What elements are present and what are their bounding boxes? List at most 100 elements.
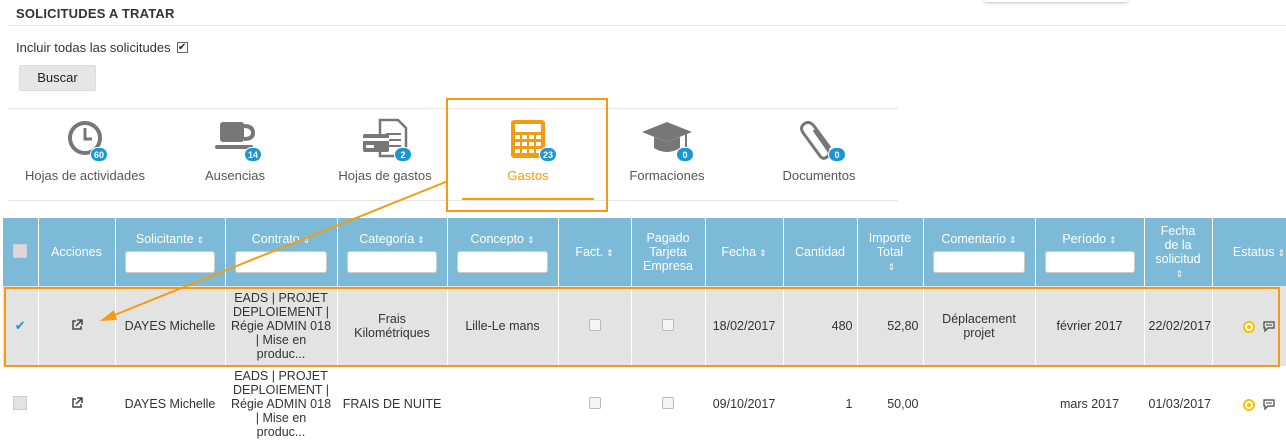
comment-icon[interactable] bbox=[1263, 399, 1275, 411]
pagado-checkbox[interactable] bbox=[662, 396, 674, 409]
select-all-checkbox[interactable] bbox=[13, 243, 28, 258]
page-title: SOLICITUDES A TRATAR bbox=[16, 6, 175, 21]
comentario-line: projet bbox=[963, 326, 995, 340]
requests-table: Acciones Solicitante ⇕ Contrato ⇕ Categorí… bbox=[3, 218, 1286, 442]
header-label: Empresa bbox=[642, 259, 694, 273]
header-label: Solicitante bbox=[135, 231, 194, 246]
periodo-cell: février 2017 bbox=[1035, 286, 1145, 366]
sort-icon[interactable]: ⇕ bbox=[1176, 269, 1184, 279]
tab-hojas-de-actividades[interactable]: 60 Hojas de actividades bbox=[20, 118, 150, 183]
fecha-solicitud-cell: 22/02/2017 bbox=[1144, 286, 1213, 366]
tab-hojas-de-gastos[interactable]: 2 Hojas de gastos bbox=[335, 118, 435, 183]
pagado-cell bbox=[631, 286, 706, 366]
row-checkbox[interactable] bbox=[13, 395, 28, 410]
pagado-checkbox[interactable] bbox=[662, 318, 674, 331]
header-solicitante[interactable]: Solicitante ⇕ bbox=[115, 218, 226, 286]
header-comentario[interactable]: Comentario ⇕ bbox=[923, 218, 1036, 286]
estatus-cell bbox=[1212, 286, 1286, 366]
fact-checkbox[interactable] bbox=[588, 396, 601, 409]
contrato-cell: EADS | PROJET DEPLOIEMENT | Régie ADMIN 01… bbox=[225, 286, 338, 366]
open-external-icon[interactable] bbox=[71, 318, 83, 331]
sort-icon[interactable]: ⇕ bbox=[1009, 235, 1017, 245]
solicitante-cell: DAYES Michelle bbox=[115, 286, 226, 366]
count-badge: 0 bbox=[676, 147, 694, 162]
header-cantidad[interactable]: Cantidad bbox=[783, 218, 858, 286]
table-header-row: Acciones Solicitante ⇕ Contrato ⇕ Categorí… bbox=[3, 218, 1286, 286]
checkmark-icon[interactable]: ✔ bbox=[15, 318, 26, 333]
highlight-box-tab bbox=[446, 98, 608, 212]
sort-icon[interactable]: ⇕ bbox=[197, 235, 205, 245]
sort-icon[interactable]: ⇕ bbox=[606, 248, 614, 258]
solicitante-cell: DAYES Michelle bbox=[115, 366, 226, 442]
header-categoria[interactable]: Categoría ⇕ bbox=[337, 218, 448, 286]
comentario-cell bbox=[923, 366, 1036, 442]
status-pending-icon[interactable] bbox=[1243, 320, 1256, 333]
solicitante-filter-input[interactable] bbox=[124, 250, 216, 273]
row-select-cell[interactable]: ✔ bbox=[3, 286, 39, 366]
tab-label: Formaciones bbox=[629, 168, 705, 183]
header-label: Concepto bbox=[470, 231, 524, 246]
tab-formaciones[interactable]: 0 Formaciones bbox=[622, 118, 712, 183]
fecha-solicitud-cell: 01/03/2017 bbox=[1144, 366, 1213, 442]
comentario-cell: Déplacement projet bbox=[923, 286, 1036, 366]
contrato-filter-input[interactable] bbox=[234, 250, 328, 273]
header-concepto[interactable]: Concepto ⇕ bbox=[447, 218, 559, 286]
header-label: Período bbox=[1062, 231, 1107, 246]
header-periodo[interactable]: Período ⇕ bbox=[1035, 218, 1145, 286]
count-badge: 2 bbox=[394, 147, 412, 162]
periodo-filter-input[interactable] bbox=[1044, 250, 1135, 273]
tab-documentos[interactable]: 0 Documentos bbox=[774, 118, 864, 183]
header-label: Fecha bbox=[1160, 223, 1196, 238]
header-fecha[interactable]: Fecha ⇕ bbox=[705, 218, 784, 286]
include-all-label: Incluir todas las solicitudes bbox=[16, 40, 171, 55]
sort-icon[interactable]: ⇕ bbox=[303, 235, 311, 245]
sort-icon[interactable]: ⇕ bbox=[888, 262, 896, 272]
comentario-filter-input[interactable] bbox=[932, 250, 1026, 273]
periodo-cell: mars 2017 bbox=[1035, 366, 1145, 442]
header-importe-total[interactable]: Importe Total ⇕ bbox=[857, 218, 924, 286]
paperclip-icon: 0 bbox=[794, 118, 846, 162]
include-all-checkbox[interactable]: ✔ bbox=[176, 42, 188, 53]
fecha-cell: 18/02/2017 bbox=[705, 286, 784, 366]
importe-cell: 50,00 bbox=[857, 366, 924, 442]
header-fecha-solicitud[interactable]: Fecha de la solicitud ⇕ bbox=[1144, 218, 1213, 286]
cantidad-cell: 480 bbox=[783, 286, 858, 366]
sort-icon[interactable]: ⇕ bbox=[527, 235, 535, 245]
search-button[interactable]: Buscar bbox=[19, 65, 96, 91]
count-badge: 14 bbox=[243, 147, 262, 162]
header-fact[interactable]: Fact. ⇕ bbox=[558, 218, 632, 286]
contrato-cell: EADS | PROJET DEPLOIEMENT | Régie ADMIN 01… bbox=[225, 366, 338, 442]
table-row[interactable]: DAYES Michelle EADS | PROJET DEPLOIEMENT … bbox=[3, 366, 1286, 442]
actions-cell bbox=[38, 286, 116, 366]
status-pending-icon[interactable] bbox=[1243, 398, 1256, 411]
tab-label: Documentos bbox=[782, 168, 856, 183]
sort-icon[interactable]: ⇕ bbox=[417, 235, 425, 245]
contrato-line: Régie ADMIN 018 bbox=[230, 319, 332, 333]
tab-ausencias[interactable]: 14 Ausencias bbox=[190, 118, 280, 183]
row-select-cell[interactable] bbox=[3, 366, 39, 442]
cantidad-cell: 1 bbox=[783, 366, 858, 442]
top-dropdown-edge bbox=[984, 0, 1128, 2]
sort-icon[interactable]: ⇕ bbox=[1278, 248, 1286, 258]
header-label: Tarjeta bbox=[649, 245, 687, 259]
fact-checkbox[interactable] bbox=[588, 318, 601, 331]
select-all-header[interactable] bbox=[3, 218, 39, 286]
title-divider bbox=[8, 25, 1286, 26]
categoria-cell: Frais Kilométriques bbox=[337, 286, 448, 366]
sort-icon[interactable]: ⇕ bbox=[1109, 235, 1117, 245]
comment-icon[interactable] bbox=[1263, 321, 1275, 333]
concepto-filter-input[interactable] bbox=[456, 250, 549, 273]
open-external-icon[interactable] bbox=[71, 396, 83, 409]
comentario-line: Déplacement bbox=[942, 312, 1016, 326]
header-label: Comentario bbox=[941, 231, 1007, 246]
estatus-cell bbox=[1212, 366, 1286, 442]
categoria-filter-input[interactable] bbox=[346, 250, 438, 273]
header-contrato[interactable]: Contrato ⇕ bbox=[225, 218, 338, 286]
header-pagado-tarjeta-empresa[interactable]: Pagado Tarjeta Empresa bbox=[631, 218, 706, 286]
table-row[interactable]: ✔ DAYES Michelle EADS | PROJET DEPLOIEMEN… bbox=[3, 286, 1286, 366]
tab-label: Ausencias bbox=[205, 168, 265, 183]
sort-icon[interactable]: ⇕ bbox=[759, 248, 767, 258]
tab-label: Hojas de actividades bbox=[25, 168, 145, 183]
header-estatus[interactable]: Estatus ⇕ bbox=[1212, 218, 1286, 286]
contrato-line: | Mise en bbox=[255, 333, 307, 347]
